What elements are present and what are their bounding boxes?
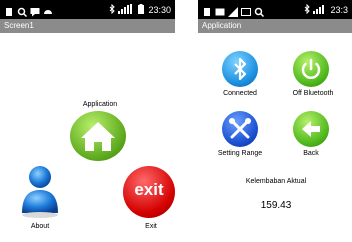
application-phone: 23:3 Application Connected Off Bluetooth (198, 0, 352, 242)
bluetooth-icon (304, 3, 311, 16)
screen-title: Application (198, 19, 352, 33)
sensor-value: 159.43 (260, 200, 292, 211)
sim-icon (202, 4, 212, 16)
application-button[interactable] (70, 111, 126, 161)
screen-title: Screen1 (0, 19, 175, 33)
connected-button[interactable] (222, 51, 258, 87)
signal-icon (118, 4, 134, 16)
exit-icon: exit (123, 166, 175, 218)
application-label: Application (82, 101, 118, 108)
off-bluetooth-label: Off Bluetooth (292, 90, 334, 97)
setting-range-label: Setting Range (217, 150, 263, 157)
setting-range-button[interactable] (222, 111, 258, 147)
sim-icon (4, 4, 14, 16)
search-icon (254, 4, 265, 18)
exit-label: Exit (145, 223, 157, 230)
back-button[interactable] (293, 111, 329, 147)
gallery-icon (241, 4, 251, 16)
screen-content: Application About exit Exit (0, 33, 175, 242)
signal-small-icon (228, 4, 238, 17)
screen1-phone: 23:30 Screen1 Application About exit Exi… (0, 0, 175, 242)
home-icon (70, 111, 126, 161)
battery-icon (137, 4, 145, 16)
sensor-label: Kelembaban Aktual (245, 178, 307, 185)
status-time: 23:3 (330, 5, 348, 15)
photo-icon (215, 4, 225, 16)
message-icon (30, 4, 40, 17)
back-label: Back (303, 150, 319, 157)
about-label: About (30, 223, 50, 230)
back-arrow-icon (293, 111, 329, 147)
tools-icon (222, 111, 258, 147)
connected-label: Connected (223, 90, 257, 97)
search-icon (17, 4, 28, 18)
screen-content: Connected Off Bluetooth Setting Range Ba… (198, 33, 352, 242)
status-bar: 23:3 (198, 0, 352, 19)
signal-icon (313, 4, 327, 16)
bluetooth-icon (222, 51, 258, 87)
bluetooth-icon (109, 3, 116, 16)
status-time: 23:30 (148, 5, 171, 15)
user-icon (22, 166, 58, 218)
status-bar: 23:30 (0, 0, 175, 19)
exit-button[interactable]: exit (123, 166, 175, 218)
about-button[interactable] (18, 163, 62, 218)
off-bluetooth-button[interactable] (293, 51, 329, 87)
android-icon (43, 4, 53, 14)
power-icon (293, 51, 329, 87)
